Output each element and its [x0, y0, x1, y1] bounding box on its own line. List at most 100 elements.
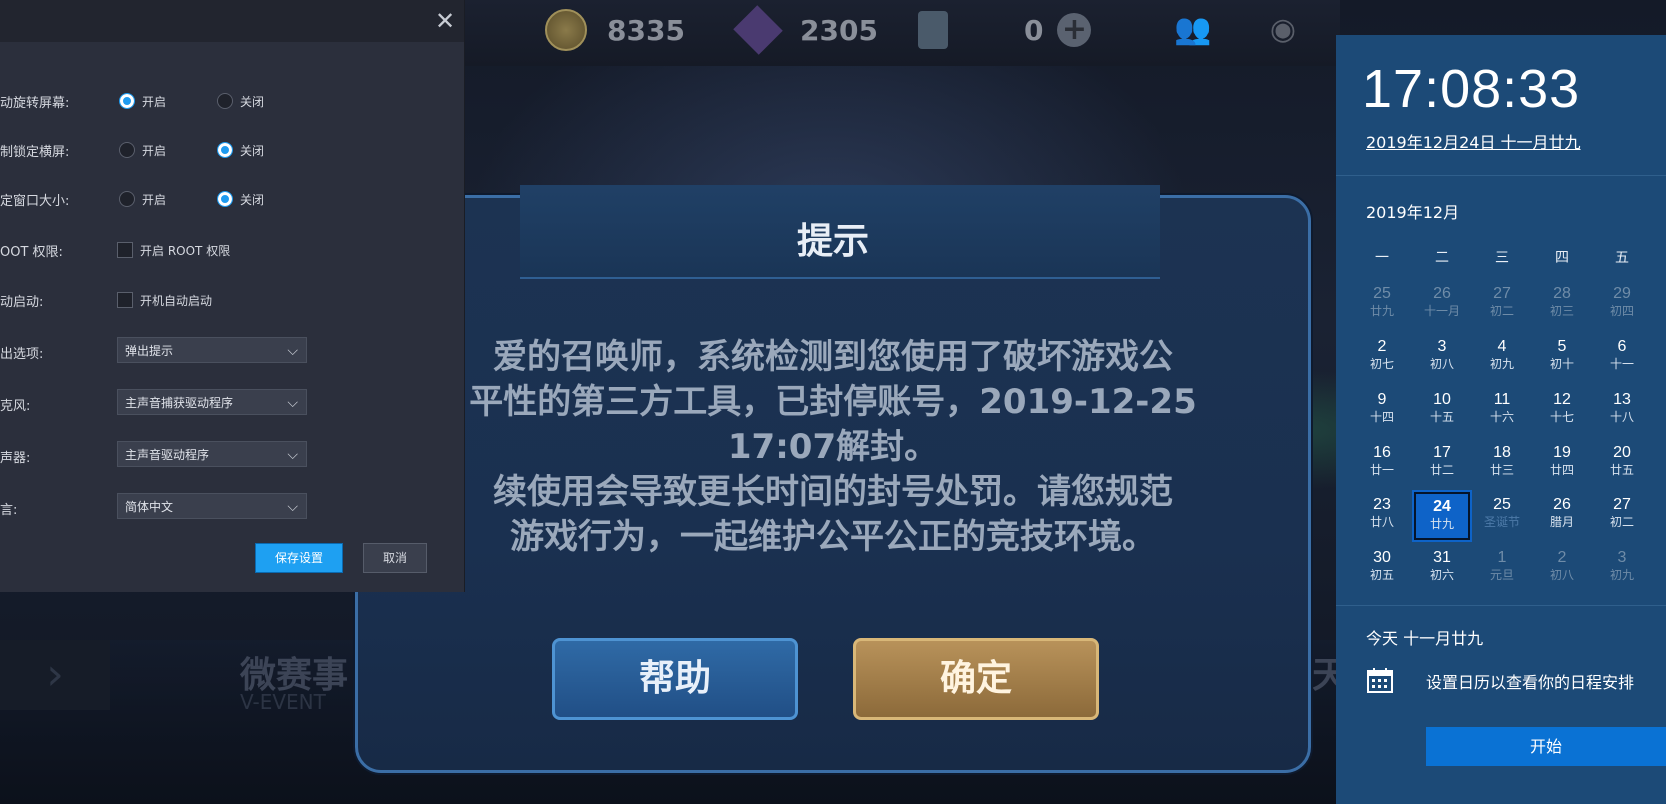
root-permission-checkbox[interactable]: [117, 242, 133, 258]
fixed-window-off-label: 关闭: [240, 193, 265, 207]
calendar-day[interactable]: 11 十六: [1474, 391, 1530, 437]
microphone-select[interactable]: 主声音捕获驱动程序 ⌵: [117, 389, 307, 415]
speaker-value: 主声音驱动程序: [125, 448, 210, 462]
lunar-date: 十一: [1609, 357, 1634, 371]
calendar-day[interactable]: 29 初四: [1594, 285, 1650, 331]
calendar-month-header[interactable]: 2019年12月: [1366, 199, 1459, 223]
day-number: 19: [1553, 444, 1571, 461]
message-line: 续使用会导致更长时间的封号处罚。请您规范: [493, 472, 1173, 512]
divider: [1336, 605, 1666, 606]
day-number: 27: [1613, 496, 1631, 513]
lunar-date: 初六: [1429, 568, 1454, 582]
day-number: 3: [1437, 338, 1447, 355]
ticket-counter: 0 +: [918, 10, 1092, 50]
lunar-date: 十五: [1429, 410, 1454, 424]
calendar-day[interactable]: 18 廿三: [1474, 444, 1530, 490]
calendar-day[interactable]: 2 初八: [1534, 549, 1590, 595]
day-number: 6: [1617, 338, 1627, 355]
ticket-count: 0: [1024, 13, 1044, 47]
force-landscape-on-radio[interactable]: [119, 142, 135, 158]
calendar-day[interactable]: 17 廿二: [1414, 444, 1470, 490]
add-currency-icon[interactable]: +: [1057, 13, 1092, 47]
weekday-label: 四: [1555, 250, 1569, 266]
language-select[interactable]: 简体中文 ⌵: [117, 493, 307, 519]
spectate-eye-icon[interactable]: ◉: [1260, 12, 1306, 48]
calendar-day[interactable]: 26 腊月: [1534, 496, 1590, 542]
lunar-date: 初四: [1609, 304, 1634, 318]
calendar-day[interactable]: 5 初十: [1534, 338, 1590, 384]
day-number: 5: [1557, 338, 1567, 355]
calendar-day[interactable]: 26 十一月: [1414, 285, 1470, 331]
calendar-day[interactable]: 4 初九: [1474, 338, 1530, 384]
calendar-day[interactable]: 23 廿八: [1354, 496, 1410, 542]
chevron-right-icon[interactable]: ›: [0, 640, 110, 710]
lunar-date: 廿九: [1369, 304, 1394, 318]
lunar-date: 元旦: [1489, 568, 1514, 582]
message-line: 游戏行为，一起维护公平公正的竞技环境。: [510, 517, 1156, 557]
day-number: 24: [1433, 498, 1451, 515]
today-label: 今天 十一月廿九: [1366, 629, 1484, 648]
calendar-day[interactable]: 20 廿五: [1594, 444, 1650, 490]
calendar-day[interactable]: 28 初三: [1534, 285, 1590, 331]
clock-date-link[interactable]: 2019年12月24日 十一月廿九: [1366, 129, 1581, 153]
lunar-date: 初八: [1429, 357, 1454, 371]
calendar-day[interactable]: 6 十一: [1594, 338, 1650, 384]
calendar-day[interactable]: 10 十五: [1414, 391, 1470, 437]
day-number: 12: [1553, 391, 1571, 408]
calendar-day[interactable]: 9 十四: [1354, 391, 1410, 437]
lunar-date: 初八: [1549, 568, 1574, 582]
cancel-button[interactable]: 取消: [363, 543, 427, 573]
lunar-date: 初九: [1489, 357, 1514, 371]
auto-rotate-off-radio[interactable]: [217, 93, 233, 109]
gem-count: 2305: [800, 13, 878, 47]
friends-icon[interactable]: 👥: [1170, 12, 1216, 48]
chevron-down-icon: ⌵: [287, 499, 298, 515]
day-number: 1: [1497, 549, 1507, 566]
day-number: 27: [1493, 285, 1511, 302]
coin-icon: [545, 9, 587, 51]
day-number: 10: [1433, 391, 1451, 408]
fixed-window-on-label: 开启: [142, 193, 167, 207]
calendar-day[interactable]: 19 廿四: [1534, 444, 1590, 490]
speaker-label: 声器:: [0, 451, 31, 466]
lunar-date: 廿八: [1369, 515, 1394, 529]
chevron-down-icon: ⌵: [287, 395, 298, 411]
day-number: 29: [1613, 285, 1631, 302]
lunar-date: 圣诞节: [1483, 515, 1520, 529]
speaker-select[interactable]: 主声音驱动程序 ⌵: [117, 441, 307, 467]
help-button[interactable]: 帮助: [552, 638, 798, 720]
microphone-label: 克风:: [0, 399, 31, 414]
calendar-day[interactable]: 1 元旦: [1474, 549, 1530, 595]
fixed-window-off-radio[interactable]: [217, 191, 233, 207]
autostart-checkbox[interactable]: [117, 292, 133, 308]
calendar-day[interactable]: 12 十七: [1534, 391, 1590, 437]
fixed-window-on-radio[interactable]: [119, 191, 135, 207]
auto-rotate-off-label: 关闭: [240, 95, 265, 109]
confirm-button[interactable]: 确定: [853, 638, 1099, 720]
exit-option-select[interactable]: 弹出提示 ⌵: [117, 337, 307, 363]
calendar-day[interactable]: 3 初八: [1414, 338, 1470, 384]
calendar-day-today[interactable]: 24 廿九: [1412, 490, 1472, 542]
divider: [1336, 175, 1666, 176]
calendar-day[interactable]: 25 圣诞节: [1474, 496, 1530, 542]
calendar-day[interactable]: 13 十八: [1594, 391, 1650, 437]
calendar-day[interactable]: 2 初七: [1354, 338, 1410, 384]
auto-rotate-on-radio[interactable]: [119, 93, 135, 109]
calendar-day[interactable]: 31 初六: [1414, 549, 1470, 595]
force-landscape-off-radio[interactable]: [217, 142, 233, 158]
close-icon[interactable]: ✕: [432, 8, 458, 34]
calendar-day[interactable]: 27 初二: [1594, 496, 1650, 542]
clock-time: 17:08:33: [1362, 59, 1581, 119]
calendar-day[interactable]: 16 廿一: [1354, 444, 1410, 490]
exit-option-value: 弹出提示: [125, 344, 174, 358]
save-settings-button[interactable]: 保存设置: [255, 543, 343, 573]
start-button[interactable]: 开始: [1426, 727, 1666, 766]
calendar-day[interactable]: 30 初五: [1354, 549, 1410, 595]
calendar-day[interactable]: 3 初九: [1594, 549, 1650, 595]
calendar-day[interactable]: 27 初二: [1474, 285, 1530, 331]
gem-icon: [733, 5, 783, 55]
calendar-day[interactable]: 25 廿九: [1354, 285, 1410, 331]
microphone-value: 主声音捕获驱动程序: [125, 396, 234, 410]
lunar-date: 廿九: [1429, 517, 1454, 531]
lunar-date: 初三: [1549, 304, 1574, 318]
